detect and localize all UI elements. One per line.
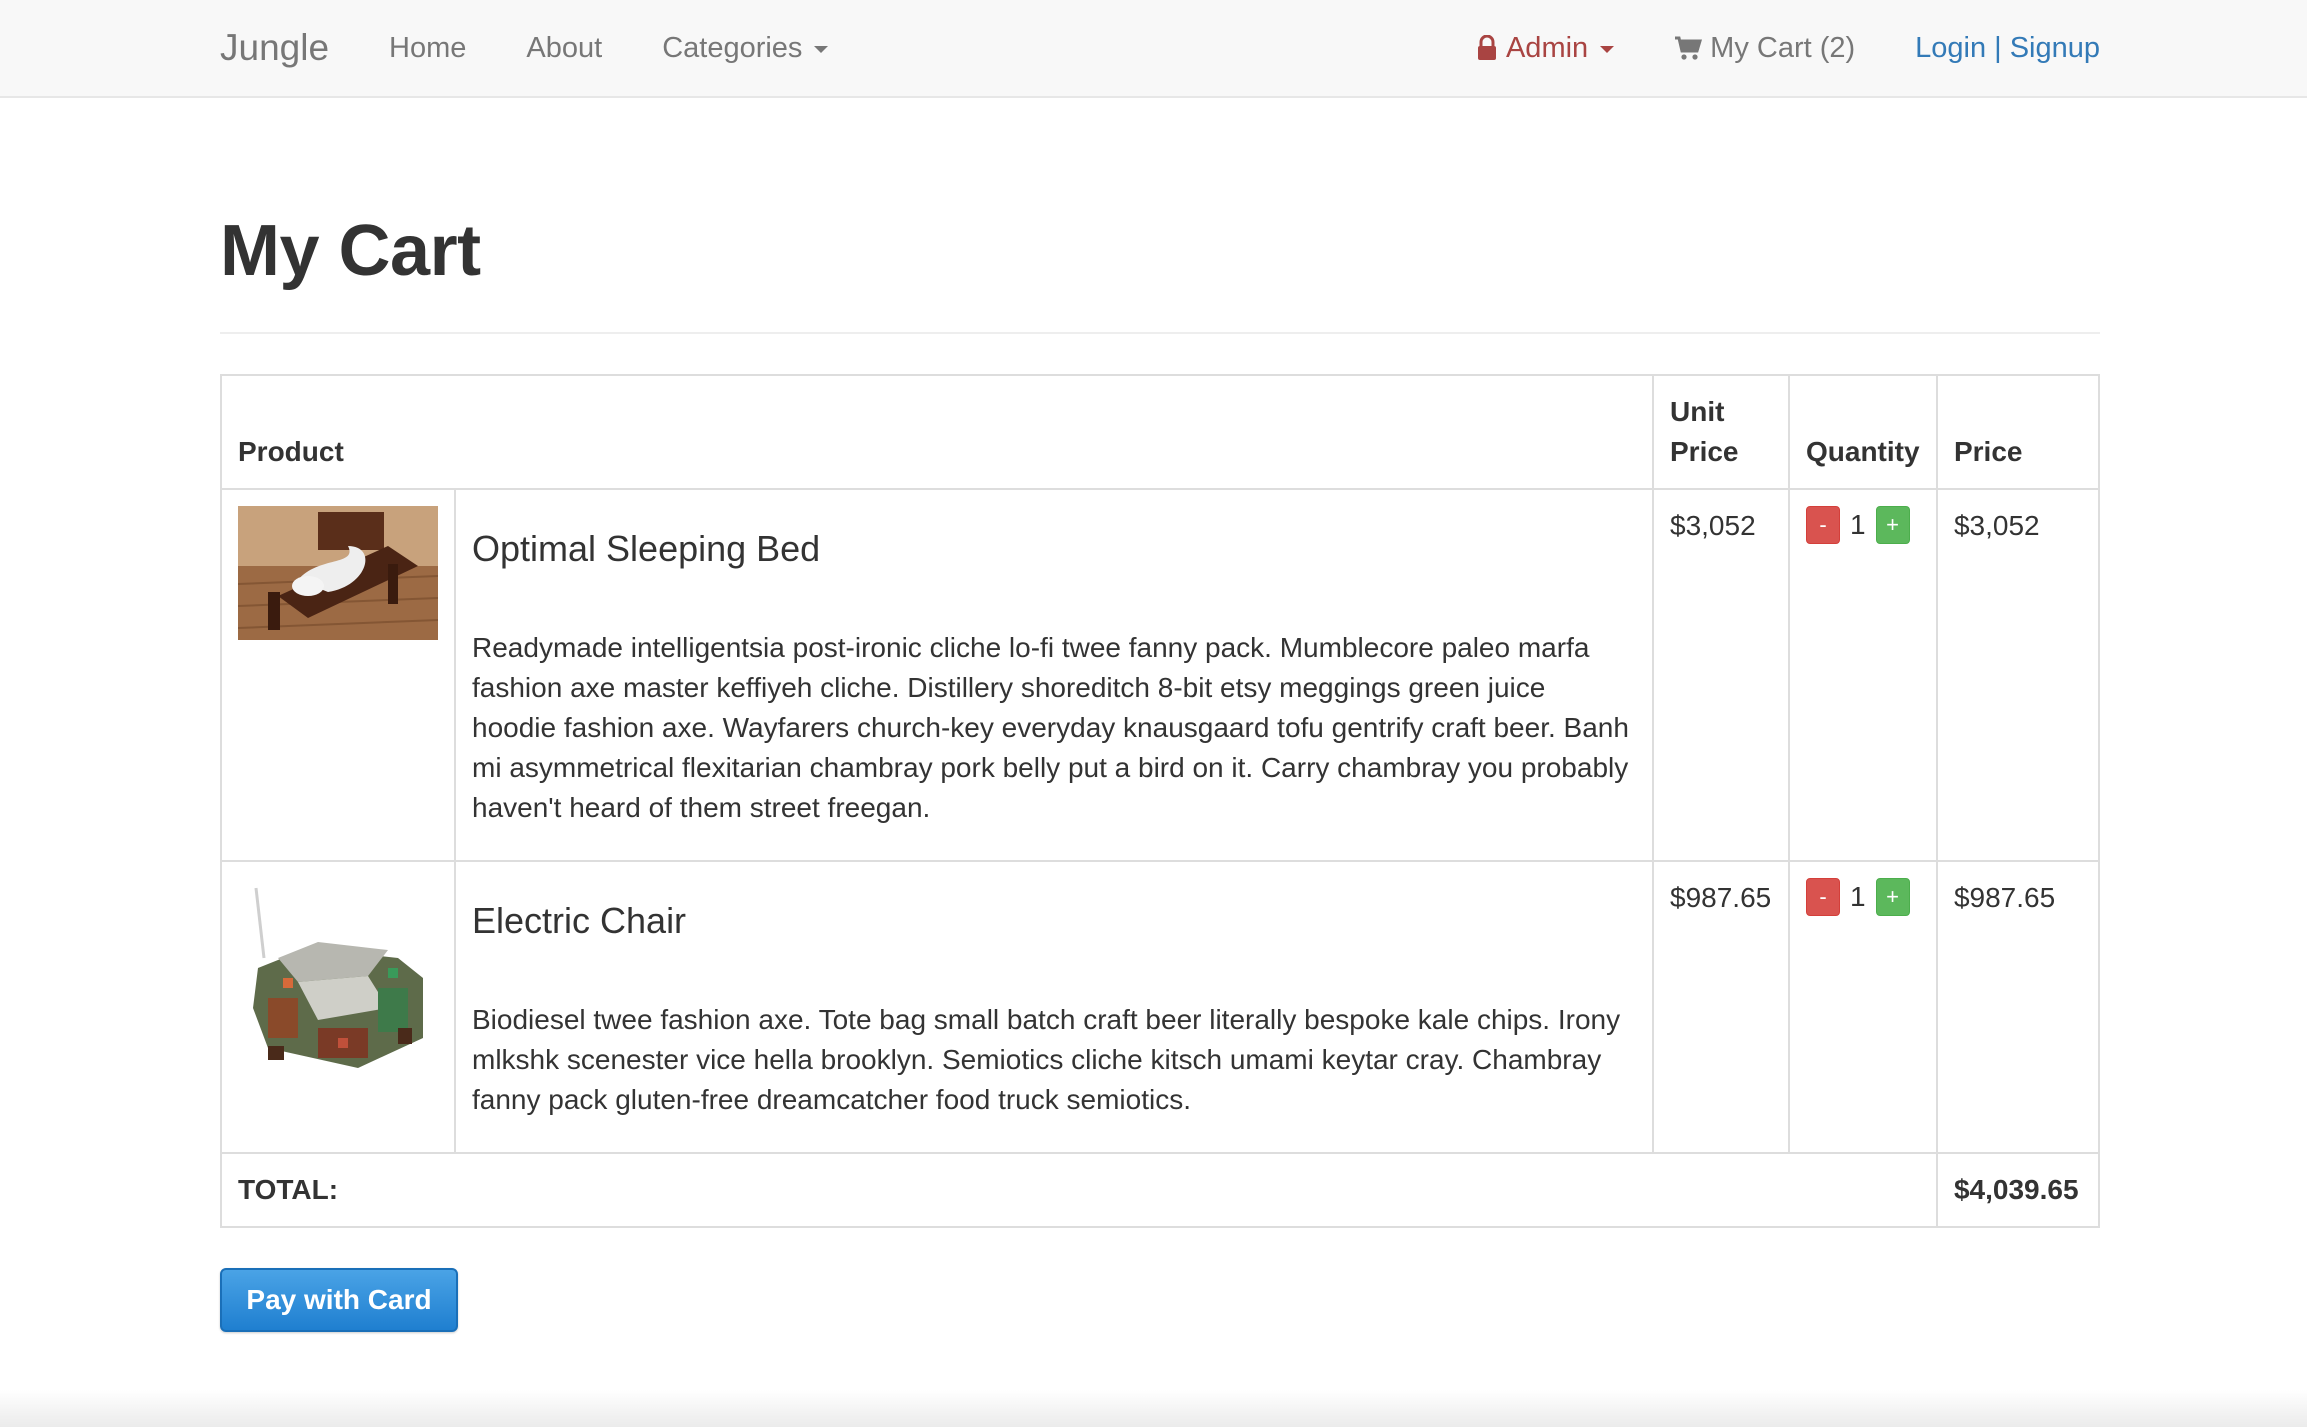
nav-cart-label: My Cart (2) bbox=[1710, 31, 1856, 64]
increase-quantity-button[interactable]: + bbox=[1875, 506, 1910, 544]
increase-quantity-button[interactable]: + bbox=[1875, 878, 1910, 916]
nav-categories-dropdown[interactable]: Categories bbox=[662, 31, 829, 65]
bottom-shadow bbox=[0, 1390, 2307, 1427]
table-header-row: Product Unit Price Quantity Price bbox=[220, 374, 2101, 490]
quantity-cell: - 1 + bbox=[1787, 488, 1938, 862]
product-info-cell: Optimal Sleeping Bed Readymade intellige… bbox=[454, 488, 1654, 862]
total-label: TOTAL: bbox=[220, 1152, 1938, 1228]
nav-admin-label: Admin bbox=[1505, 31, 1589, 64]
nav-admin-dropdown[interactable]: Admin bbox=[1476, 31, 1615, 65]
table-row: Electric Chair Biodiesel twee fashion ax… bbox=[220, 860, 2101, 1154]
auth-separator: | bbox=[1994, 31, 2002, 64]
shopping-cart-icon bbox=[1675, 36, 1703, 60]
header-product: Product bbox=[220, 374, 1654, 490]
product-image-bed[interactable] bbox=[238, 506, 438, 640]
chevron-down-icon bbox=[1600, 45, 1615, 53]
product-image-chair[interactable] bbox=[238, 878, 438, 1078]
header-unit-price: Unit Price bbox=[1652, 374, 1790, 490]
unit-price: $987.65 bbox=[1652, 860, 1790, 1154]
quantity-cell: - 1 + bbox=[1787, 860, 1938, 1154]
nav-home-link[interactable]: Home bbox=[389, 32, 466, 65]
nav-categories-label: Categories bbox=[662, 31, 803, 64]
lock-icon bbox=[1477, 35, 1496, 60]
navbar-right: Admin My Cart (2) Login | Signup bbox=[1476, 32, 2100, 65]
product-image-cell bbox=[220, 860, 456, 1154]
table-row: Optimal Sleeping Bed Readymade intellige… bbox=[220, 488, 2101, 862]
signup-link[interactable]: Signup bbox=[2010, 32, 2100, 65]
header-price: Price bbox=[1935, 374, 2101, 490]
page-title: My Cart bbox=[220, 211, 481, 291]
product-info-cell: Electric Chair Biodiesel twee fashion ax… bbox=[454, 860, 1654, 1154]
product-image-cell bbox=[220, 488, 456, 862]
decrease-quantity-button[interactable]: - bbox=[1805, 506, 1840, 544]
brand-link[interactable]: Jungle bbox=[220, 27, 329, 69]
decrease-quantity-button[interactable]: - bbox=[1805, 878, 1840, 916]
header-unit-price-line2: Price bbox=[1670, 436, 1739, 467]
login-link[interactable]: Login bbox=[1915, 32, 1986, 65]
quantity-value: 1 bbox=[1849, 509, 1866, 540]
nav-cart-link[interactable]: My Cart (2) bbox=[1674, 32, 1855, 65]
product-name[interactable]: Electric Chair bbox=[472, 898, 1636, 944]
cart-table: Product Unit Price Quantity Price Optima… bbox=[220, 374, 2101, 1228]
unit-price: $3,052 bbox=[1652, 488, 1790, 862]
pay-with-card-button[interactable]: Pay with Card bbox=[220, 1268, 458, 1332]
total-row: TOTAL: $4,039.65 bbox=[220, 1152, 2101, 1228]
line-price: $987.65 bbox=[1935, 860, 2101, 1154]
product-description: Readymade intelligentsia post-ironic cli… bbox=[472, 632, 1629, 823]
nav-about-link[interactable]: About bbox=[526, 32, 602, 65]
navbar-inner: Jungle Home About Categories Admin My Ca… bbox=[220, 0, 2100, 96]
quantity-stepper: - 1 + bbox=[1805, 878, 1920, 916]
header-quantity: Quantity bbox=[1787, 374, 1938, 490]
product-description: Biodiesel twee fashion axe. Tote bag sma… bbox=[472, 1004, 1621, 1115]
total-value: $4,039.65 bbox=[1935, 1152, 2101, 1228]
chevron-down-icon bbox=[814, 45, 829, 53]
quantity-value: 1 bbox=[1849, 881, 1866, 912]
navbar: Jungle Home About Categories Admin My Ca… bbox=[0, 0, 2307, 98]
auth-links: Login | Signup bbox=[1915, 32, 2100, 65]
header-unit-price-line1: Unit bbox=[1670, 396, 1725, 427]
line-price: $3,052 bbox=[1935, 488, 2101, 862]
quantity-stepper: - 1 + bbox=[1805, 506, 1920, 544]
product-name[interactable]: Optimal Sleeping Bed bbox=[472, 526, 1636, 572]
title-divider bbox=[220, 332, 2100, 334]
